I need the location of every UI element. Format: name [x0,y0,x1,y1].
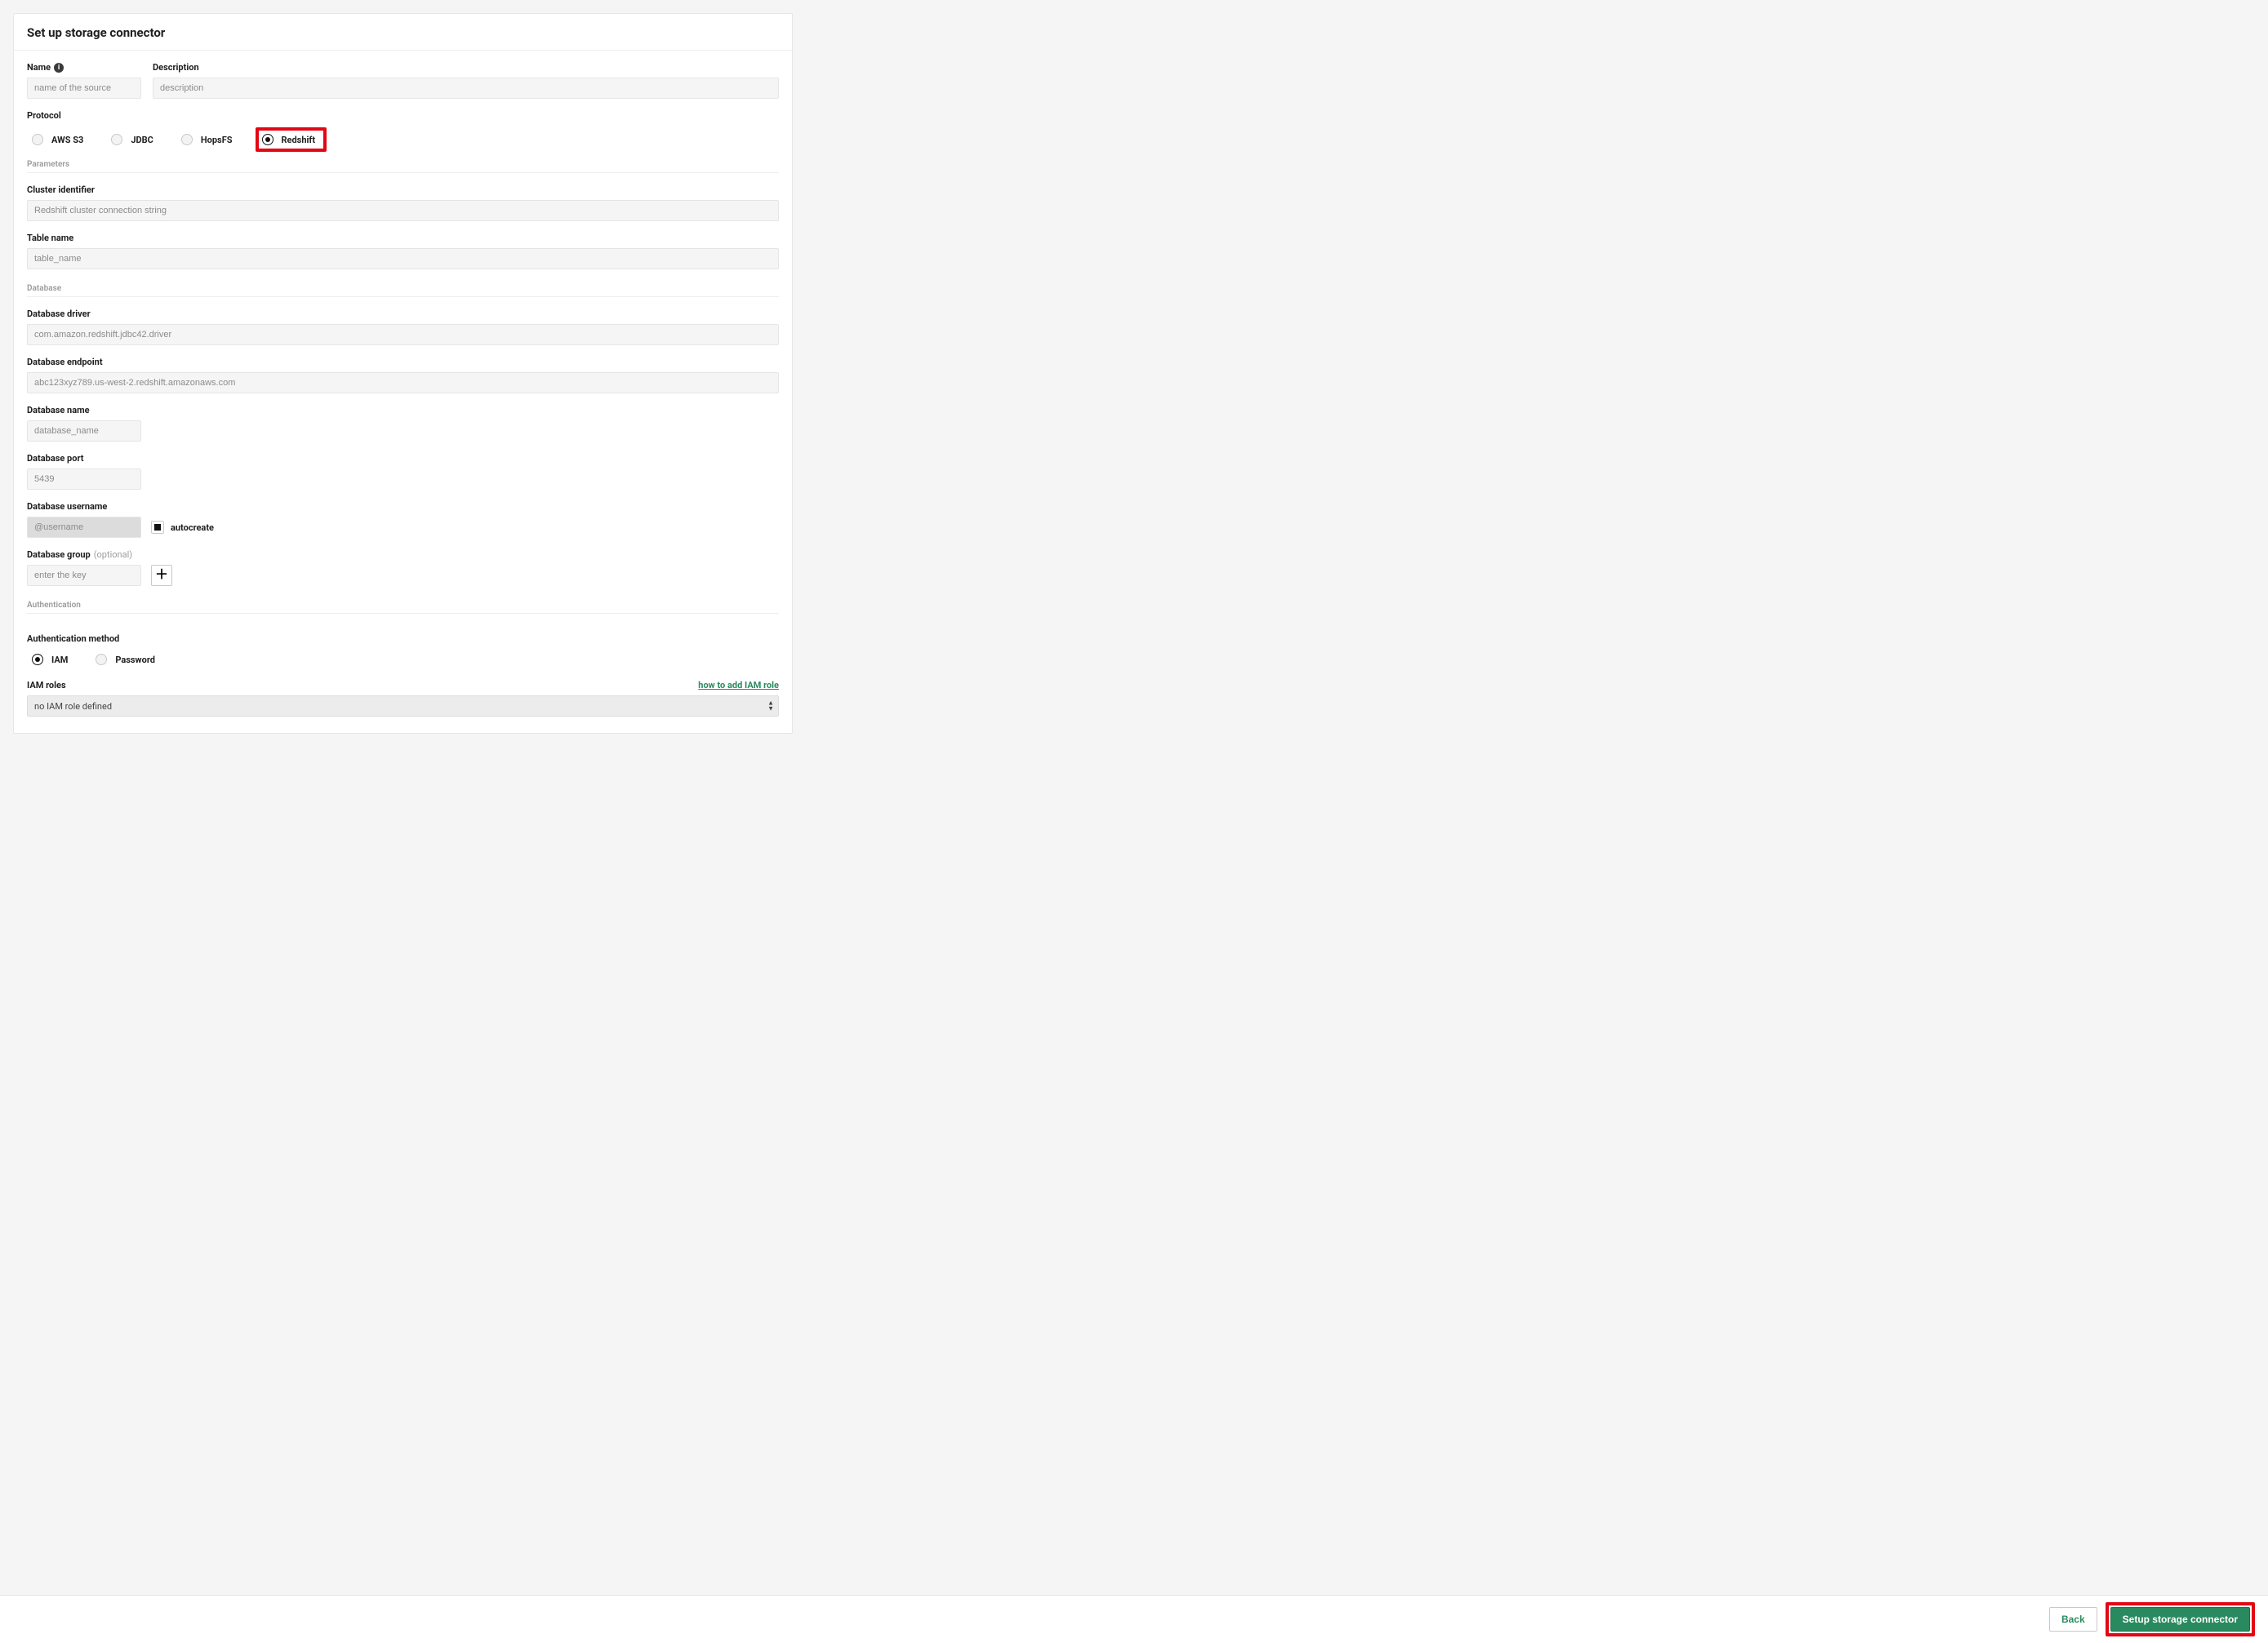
submit-highlight: Setup storage connector [2106,1602,2255,1636]
description-label: Description [153,62,779,73]
checkbox-icon [151,521,164,534]
db-group-label: Database group (optional) [27,549,779,560]
protocol-aws-s3[interactable]: AWS S3 [27,131,88,149]
radio-icon [32,134,43,145]
protocol-label: Protocol [27,110,779,121]
table-name-input[interactable] [27,248,779,269]
page-title: Set up storage connector [27,25,779,40]
add-group-button[interactable]: ＋ [151,565,172,586]
auth-password[interactable]: Password [91,651,160,668]
db-endpoint-label: Database endpoint [27,357,779,367]
name-label: Name i [27,62,141,73]
radio-icon [262,134,273,145]
back-button[interactable]: Back [2049,1607,2097,1632]
setup-connector-card: Set up storage connector Name i Descript… [13,13,793,734]
iam-roles-label: IAM roles [27,680,66,691]
iam-help-link[interactable]: how to add IAM role [698,680,779,691]
bottom-bar: Back Setup storage connector [0,1595,2268,1643]
db-username-input [27,517,141,538]
auth-method-radio-group: IAM Password [27,651,779,668]
db-driver-label: Database driver [27,309,779,319]
iam-roles-select[interactable]: no IAM role defined ▲▼ [27,695,779,717]
auth-method-label: Authentication method [27,633,779,644]
plus-icon: ＋ [155,569,168,582]
name-input[interactable] [27,78,141,99]
card-header: Set up storage connector [14,14,792,51]
db-driver-input[interactable] [27,324,779,345]
autocreate-checkbox[interactable]: autocreate [151,521,214,534]
cluster-identifier-label: Cluster identifier [27,184,779,195]
db-endpoint-input[interactable] [27,372,779,393]
iam-roles-value: no IAM role defined [27,695,779,717]
protocol-hopsfs[interactable]: HopsFS [176,131,238,149]
db-name-label: Database name [27,405,779,415]
radio-icon [111,134,122,145]
section-database: Database [27,284,779,297]
info-icon[interactable]: i [54,63,64,73]
cluster-identifier-input[interactable] [27,200,779,221]
db-group-input[interactable] [27,565,141,586]
db-name-input[interactable] [27,420,141,442]
section-authentication: Authentication [27,601,779,614]
section-parameters: Parameters [27,160,779,173]
setup-connector-button[interactable]: Setup storage connector [2110,1607,2250,1632]
description-input[interactable] [153,78,779,99]
db-port-label: Database port [27,453,779,464]
db-port-input[interactable] [27,468,141,490]
radio-icon [96,654,107,665]
auth-iam[interactable]: IAM [27,651,73,668]
db-username-label: Database username [27,501,779,512]
chevron-up-down-icon: ▲▼ [767,701,774,712]
radio-icon [32,654,43,665]
protocol-jdbc[interactable]: JDBC [106,131,158,149]
table-name-label: Table name [27,233,779,243]
radio-icon [181,134,193,145]
protocol-radio-group: AWS S3 JDBC HopsFS Redshift [27,127,779,152]
protocol-redshift[interactable]: Redshift [256,127,327,152]
